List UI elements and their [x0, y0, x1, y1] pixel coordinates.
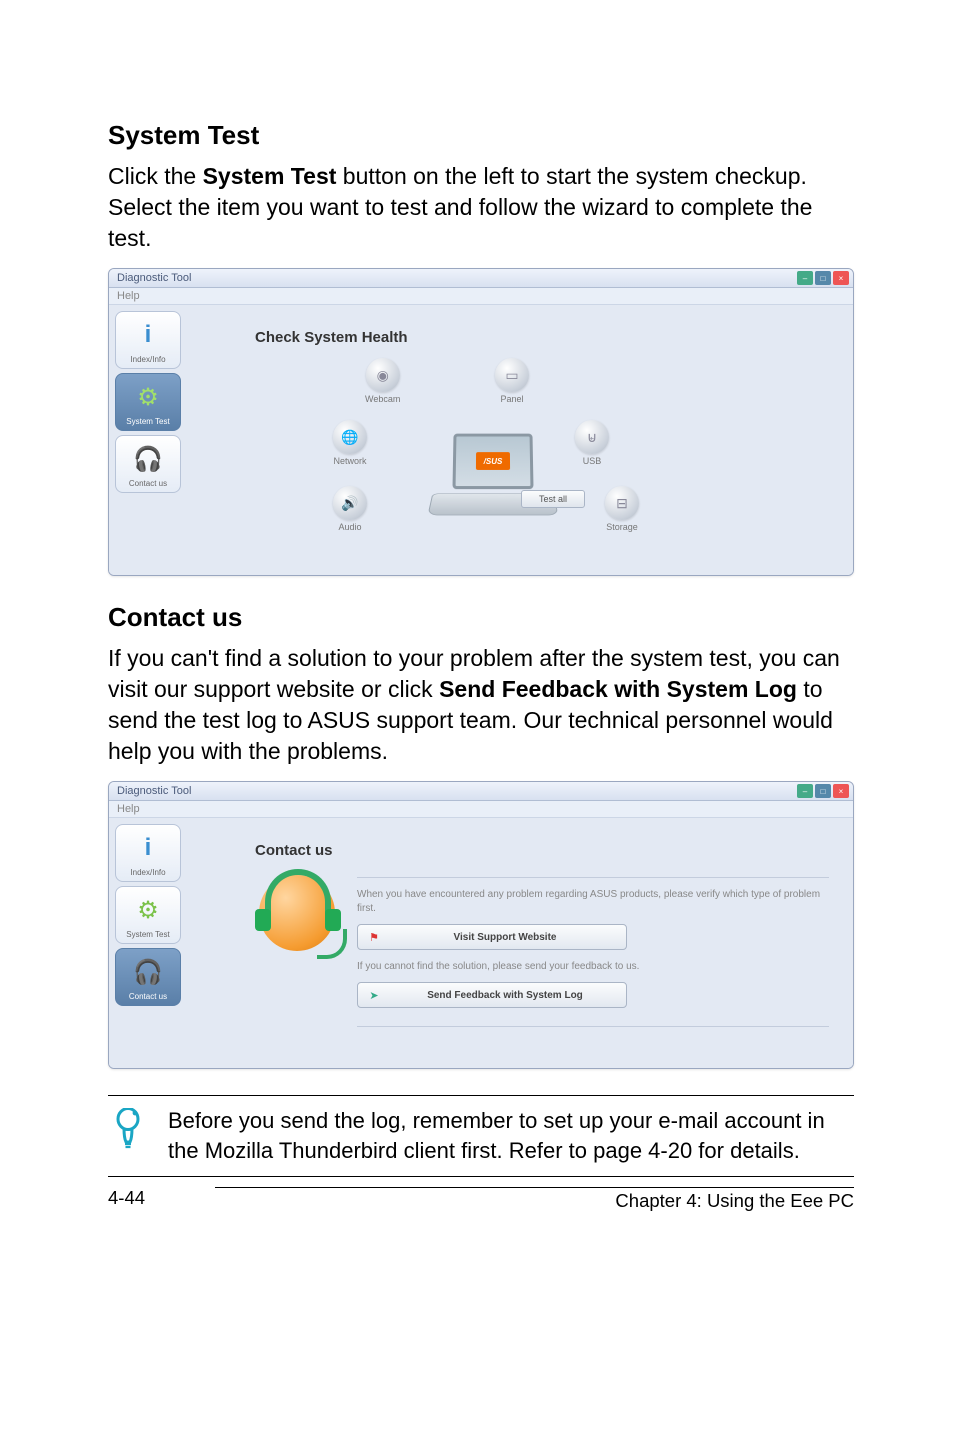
body-system-test: Click the System Test button on the left…: [108, 161, 854, 254]
tip-text: Before you send the log, remember to set…: [168, 1106, 848, 1165]
titlebar: Diagnostic Tool – □ ×: [109, 269, 853, 288]
health-label: USB: [583, 456, 602, 466]
heading-contact-us: Contact us: [108, 602, 854, 633]
minimize-icon[interactable]: –: [797, 784, 813, 798]
headset-illustration: [255, 871, 341, 957]
app-window-health: Diagnostic Tool – □ × Help i Index/Info …: [108, 268, 854, 576]
sidebar-item-info[interactable]: i Index/Info: [115, 824, 181, 882]
test-all-button[interactable]: Test all: [521, 490, 585, 508]
sidebar-item-system-test[interactable]: ⚙ System Test: [115, 373, 181, 431]
health-area: ◉ Webcam ▭ Panel 🌐 Network ⊌ USB 🔊 A: [205, 358, 829, 548]
health-item-panel[interactable]: ▭ Panel: [495, 358, 529, 404]
sidebar-item-label: Contact us: [129, 479, 167, 488]
window-controls: – □ ×: [797, 784, 849, 798]
brand-badge: /SUS: [476, 452, 510, 470]
maximize-icon[interactable]: □: [815, 784, 831, 798]
app-window-contact: Diagnostic Tool – □ × Help i Index/Info …: [108, 781, 854, 1069]
gear-icon: ⚙: [129, 378, 167, 416]
info-icon: i: [129, 829, 167, 867]
sidebar-item-label: System Test: [126, 417, 169, 426]
health-label: Panel: [500, 394, 523, 404]
sidebar-item-label: Index/Info: [130, 868, 165, 877]
page-footer: 4-44 Chapter 4: Using the Eee PC: [108, 1187, 854, 1212]
health-item-storage[interactable]: ⊟ Storage: [605, 486, 639, 532]
heading-system-test: System Test: [108, 120, 854, 151]
info-icon: i: [129, 316, 167, 354]
sidebar-item-system-test[interactable]: ⚙ System Test: [115, 886, 181, 944]
usb-icon: ⊌: [575, 420, 609, 454]
maximize-icon[interactable]: □: [815, 271, 831, 285]
sidebar-item-label: Index/Info: [130, 355, 165, 364]
sidebar-item-label: Contact us: [129, 992, 167, 1001]
tip-note: Before you send the log, remember to set…: [108, 1095, 854, 1176]
health-item-audio[interactable]: 🔊 Audio: [333, 486, 367, 532]
close-icon[interactable]: ×: [833, 784, 849, 798]
gear-icon: ⚙: [129, 891, 167, 929]
minimize-icon[interactable]: –: [797, 271, 813, 285]
chapter-label: Chapter 4: Using the Eee PC: [215, 1187, 854, 1212]
panel-title: Check System Health: [255, 329, 829, 346]
panel-title: Contact us: [255, 842, 829, 859]
contact-note-2: If you cannot find the solution, please …: [357, 960, 829, 974]
button-label: Visit Support Website: [392, 932, 618, 943]
sidebar-item-contact[interactable]: 🎧 Contact us: [115, 948, 181, 1006]
send-icon: ➤: [366, 987, 382, 1003]
button-label: Send Feedback with System Log: [392, 990, 618, 1001]
laptop-illustration: /SUS: [425, 433, 555, 528]
window-title: Diagnostic Tool: [117, 272, 191, 284]
health-label: Storage: [606, 522, 638, 532]
tip-icon: [108, 1106, 148, 1150]
contact-note-1: When you have encountered any problem re…: [357, 888, 829, 916]
sidebar: i Index/Info ⚙ System Test 🎧 Contact us: [115, 311, 181, 569]
audio-icon: 🔊: [333, 486, 367, 520]
close-icon[interactable]: ×: [833, 271, 849, 285]
storage-icon: ⊟: [605, 486, 639, 520]
headset-icon: 🎧: [129, 953, 167, 991]
health-label: Webcam: [365, 394, 400, 404]
network-icon: 🌐: [333, 420, 367, 454]
sidebar-item-label: System Test: [126, 930, 169, 939]
page-number: 4-44: [108, 1187, 145, 1212]
sidebar: i Index/Info ⚙ System Test 🎧 Contact us: [115, 824, 181, 1062]
webcam-icon: ◉: [366, 358, 400, 392]
visit-support-button[interactable]: ⚑ Visit Support Website: [357, 924, 627, 950]
sidebar-item-contact[interactable]: 🎧 Contact us: [115, 435, 181, 493]
health-label: Audio: [338, 522, 361, 532]
health-label: Network: [333, 456, 366, 466]
health-item-network[interactable]: 🌐 Network: [333, 420, 367, 466]
panel-icon: ▭: [495, 358, 529, 392]
flag-icon: ⚑: [366, 929, 382, 945]
menubar[interactable]: Help: [109, 288, 853, 305]
headset-icon: 🎧: [129, 440, 167, 478]
window-controls: – □ ×: [797, 271, 849, 285]
sidebar-item-info[interactable]: i Index/Info: [115, 311, 181, 369]
window-title: Diagnostic Tool: [117, 785, 191, 797]
titlebar: Diagnostic Tool – □ ×: [109, 782, 853, 801]
menubar[interactable]: Help: [109, 801, 853, 818]
body-contact-us: If you can't find a solution to your pro…: [108, 643, 854, 767]
health-item-usb[interactable]: ⊌ USB: [575, 420, 609, 466]
health-item-webcam[interactable]: ◉ Webcam: [365, 358, 400, 404]
send-feedback-button[interactable]: ➤ Send Feedback with System Log: [357, 982, 627, 1008]
